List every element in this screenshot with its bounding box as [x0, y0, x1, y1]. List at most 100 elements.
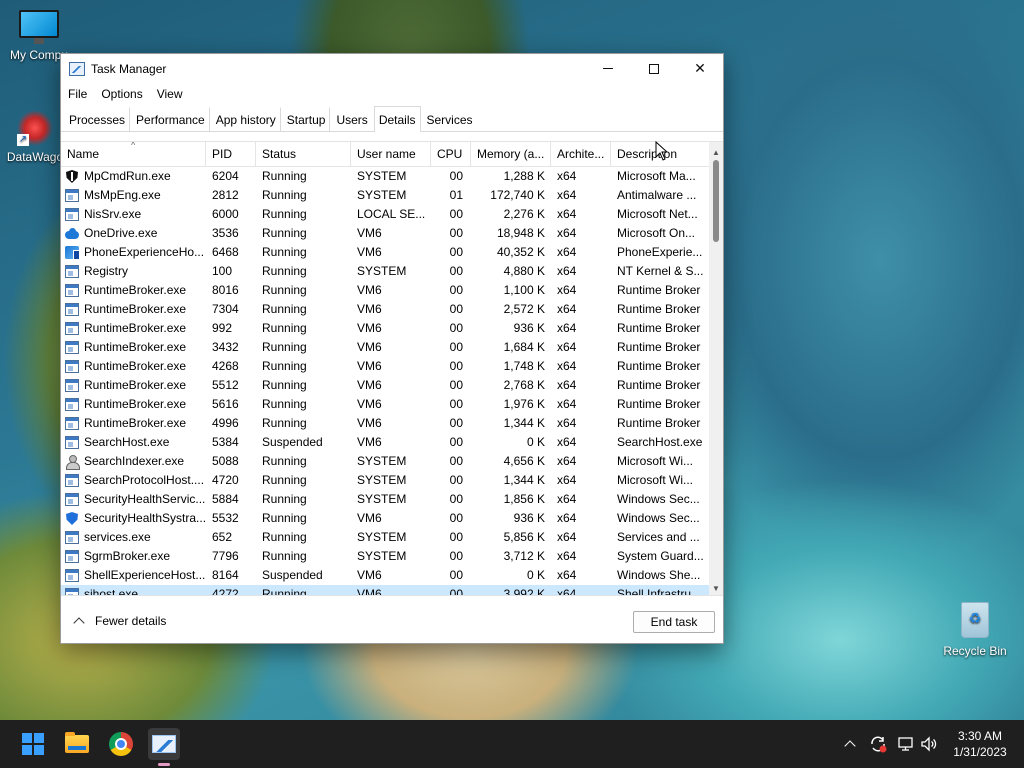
column-header-cpu[interactable]: CPU: [431, 142, 471, 167]
file-explorer-button[interactable]: [61, 728, 93, 760]
table-row[interactable]: RuntimeBroker.exe 5512 Running VM6 00 2,768 K…: [61, 376, 709, 395]
end-task-button[interactable]: End task: [633, 611, 715, 633]
tab-services[interactable]: Services: [422, 107, 478, 131]
start-button[interactable]: [17, 728, 49, 760]
vertical-scrollbar[interactable]: ▲ ▼: [709, 142, 723, 595]
table-row[interactable]: RuntimeBroker.exe 4268 Running VM6 00 1,748 K…: [61, 357, 709, 376]
cell-memory: 5,856 K: [503, 530, 545, 544]
cell-user-name: VM6: [357, 378, 382, 392]
table-row[interactable]: NisSrv.exe 6000 Running LOCAL SE... 00 2,276 …: [61, 205, 709, 224]
app-window-icon: [65, 474, 79, 487]
task-manager-taskbar-button[interactable]: [148, 728, 180, 766]
cell-user-name: VM6: [357, 568, 382, 582]
table-row[interactable]: MsMpEng.exe 2812 Running SYSTEM 01 172,740 K x…: [61, 186, 709, 205]
clock[interactable]: 3:30 AM 1/31/2023: [944, 728, 1016, 760]
table-row[interactable]: OneDrive.exe 3536 Running VM6 00 18,948 K x64 M…: [61, 224, 709, 243]
cell-memory: 1,344 K: [503, 416, 545, 430]
cell-user-name: SYSTEM: [357, 169, 407, 183]
table-row[interactable]: SearchProtocolHost.... 4720 Running SYSTEM 0…: [61, 471, 709, 490]
cell-cpu: 00: [449, 568, 463, 582]
cell-architecture: x64: [557, 454, 577, 468]
cell-description: Windows She...: [617, 568, 701, 582]
volume-button[interactable]: [920, 720, 938, 768]
cell-status: Running: [262, 169, 307, 183]
cell-memory: 40,352 K: [496, 245, 545, 259]
process-name: RuntimeBroker.exe: [84, 321, 187, 335]
title-bar[interactable]: Task Manager ✕: [61, 54, 723, 83]
scroll-up-icon[interactable]: ▲: [709, 146, 723, 160]
column-header-pid[interactable]: PID: [206, 142, 256, 167]
cell-user-name: SYSTEM: [357, 530, 407, 544]
table-row[interactable]: RuntimeBroker.exe 4996 Running VM6 00 1,344 K…: [61, 414, 709, 433]
app-window-icon: [65, 265, 79, 278]
cell-architecture: x64: [557, 264, 577, 278]
table-row[interactable]: SearchIndexer.exe 5088 Running SYSTEM 00 4,65…: [61, 452, 709, 471]
menu-bar: File Options View: [61, 83, 723, 105]
table-row[interactable]: services.exe 652 Running SYSTEM 00 5,856 K x64…: [61, 528, 709, 547]
network-button[interactable]: [897, 720, 915, 768]
table-row[interactable]: RuntimeBroker.exe 3432 Running VM6 00 1,684 K…: [61, 338, 709, 357]
column-header-user-name[interactable]: User name: [351, 142, 431, 167]
process-name: SearchIndexer.exe: [84, 454, 185, 468]
scroll-down-icon[interactable]: ▼: [709, 582, 723, 595]
tab-performance[interactable]: Performance: [131, 107, 210, 131]
cell-status: Running: [262, 226, 307, 240]
tab-bar: Processes Performance App history Startu…: [61, 105, 723, 132]
cell-description: Runtime Broker: [617, 283, 701, 297]
cell-architecture: x64: [557, 473, 577, 487]
column-header-memory[interactable]: Memory (a...: [471, 142, 551, 167]
menu-view[interactable]: View: [157, 87, 183, 101]
table-row[interactable]: RuntimeBroker.exe 8016 Running VM6 00 1,100 K…: [61, 281, 709, 300]
tab-app-history[interactable]: App history: [211, 107, 281, 131]
scroll-thumb[interactable]: [713, 160, 719, 242]
menu-options[interactable]: Options: [101, 87, 142, 101]
process-name: SecurityHealthServic...: [84, 492, 206, 506]
cell-cpu: 00: [449, 321, 463, 335]
table-row[interactable]: RuntimeBroker.exe 7304 Running VM6 00 2,572 K…: [61, 300, 709, 319]
datawagon-icon: ↗: [17, 110, 53, 146]
cell-status: Running: [262, 340, 307, 354]
cell-cpu: 00: [449, 473, 463, 487]
cell-name: NisSrv.exe: [61, 205, 206, 224]
process-name: RuntimeBroker.exe: [84, 378, 187, 392]
table-row[interactable]: RuntimeBroker.exe 5616 Running VM6 00 1,976 K…: [61, 395, 709, 414]
app-window-icon: [65, 493, 79, 506]
chrome-button[interactable]: [105, 728, 137, 760]
column-header-architecture[interactable]: Archite...: [551, 142, 611, 167]
clock-date: 1/31/2023: [953, 745, 1007, 759]
fewer-details-button[interactable]: Fewer details: [71, 614, 166, 629]
process-name: SearchProtocolHost....: [84, 473, 205, 487]
tab-users[interactable]: Users: [331, 107, 372, 131]
column-header-status[interactable]: Status: [256, 142, 351, 167]
menu-file[interactable]: File: [68, 87, 87, 101]
tab-startup[interactable]: Startup: [282, 107, 331, 131]
app-window-icon: [65, 341, 79, 354]
desktop-icon-recycle-bin[interactable]: ♻ Recycle Bin: [938, 598, 1012, 658]
cell-name: MsMpEng.exe: [61, 186, 206, 205]
cell-description: Microsoft On...: [617, 226, 696, 240]
show-hidden-icons-button[interactable]: [844, 720, 856, 768]
cell-name: sihost.exe: [61, 585, 206, 595]
table-row[interactable]: SgrmBroker.exe 7796 Running SYSTEM 00 3,712 K…: [61, 547, 709, 566]
tab-processes[interactable]: Processes: [64, 107, 131, 131]
process-name: RuntimeBroker.exe: [84, 302, 187, 316]
table-row[interactable]: MpCmdRun.exe 6204 Running SYSTEM 00 1,288 K x6…: [61, 167, 709, 186]
table-row[interactable]: Registry 100 Running SYSTEM 00 4,880 K x64 NT K…: [61, 262, 709, 281]
table-row[interactable]: ShellExperienceHost.... 8164 Suspended VM6 0…: [61, 566, 709, 585]
tab-details[interactable]: Details: [373, 106, 421, 132]
minimize-button[interactable]: [585, 54, 631, 83]
maximize-button[interactable]: [631, 54, 677, 83]
cell-description: Runtime Broker: [617, 302, 701, 316]
table-row[interactable]: PhoneExperienceHo... 6468 Running VM6 00 40,3…: [61, 243, 709, 262]
table-row[interactable]: SecurityHealthSystra... 5532 Running VM6 00 9…: [61, 509, 709, 528]
cell-memory: 1,100 K: [503, 283, 545, 297]
sync-status-button[interactable]: [869, 720, 887, 768]
table-row[interactable]: SecurityHealthServic... 5884 Running SYSTEM…: [61, 490, 709, 509]
table-row[interactable]: SearchHost.exe 5384 Suspended VM6 00 0 K x64 Se…: [61, 433, 709, 452]
cell-description: Microsoft Wi...: [617, 454, 694, 468]
minimize-icon: [603, 68, 613, 69]
close-button[interactable]: ✕: [677, 54, 723, 83]
cell-name: SgrmBroker.exe: [61, 547, 206, 566]
table-row[interactable]: RuntimeBroker.exe 992 Running VM6 00 936 K x64…: [61, 319, 709, 338]
table-row[interactable]: sihost.exe 4272 Running VM6 00 3,992 K x64 Shel…: [61, 585, 709, 595]
